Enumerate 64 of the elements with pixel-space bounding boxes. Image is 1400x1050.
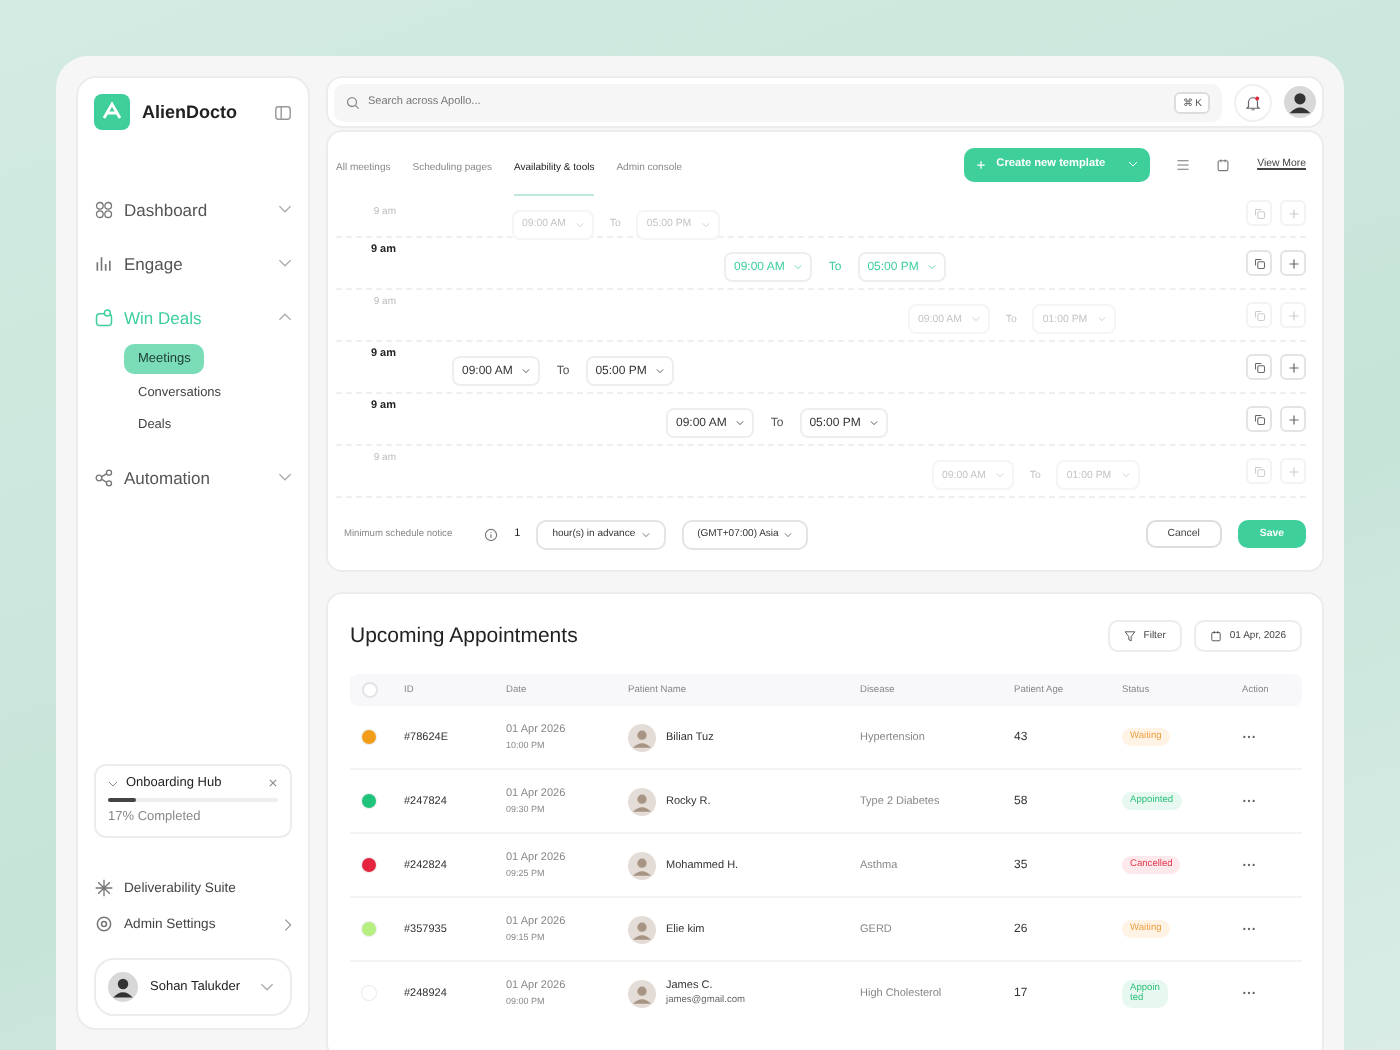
sidebar-toggle-icon[interactable] xyxy=(274,103,292,121)
copy-icon xyxy=(1253,361,1265,373)
briefcase-icon xyxy=(94,307,114,327)
plus-icon xyxy=(1287,309,1299,321)
nav-item[interactable]: Dashboard xyxy=(94,182,292,236)
list-icon[interactable] xyxy=(1175,157,1190,171)
chevron-down-icon xyxy=(260,982,274,992)
avatar xyxy=(628,723,656,751)
search-icon xyxy=(346,95,360,109)
more-icon[interactable] xyxy=(1242,926,1256,932)
chevron-down-icon xyxy=(794,264,803,271)
close-icon[interactable] xyxy=(268,778,278,788)
chevron-down-icon xyxy=(784,531,793,537)
avatar xyxy=(108,972,138,1002)
avatar xyxy=(628,787,656,815)
plus-icon xyxy=(1287,413,1299,425)
copy-button[interactable] xyxy=(1246,406,1272,432)
nav-item[interactable]: Automation xyxy=(94,450,292,504)
info-icon xyxy=(484,527,499,541)
chevron-down-icon[interactable] xyxy=(108,779,118,787)
add-button[interactable] xyxy=(1280,250,1306,276)
nav-item[interactable]: Engage xyxy=(94,236,292,290)
copy-button[interactable] xyxy=(1246,250,1272,276)
calendar-icon xyxy=(1209,630,1222,642)
chevron-down-icon xyxy=(522,368,531,375)
select-all-checkbox[interactable] xyxy=(362,682,378,698)
plus-icon xyxy=(1287,361,1299,373)
copy-icon xyxy=(1253,465,1265,477)
share-icon xyxy=(94,467,114,487)
copy-icon xyxy=(1253,309,1265,321)
copy-button[interactable] xyxy=(1246,354,1272,380)
more-icon[interactable] xyxy=(1242,990,1256,996)
avatar xyxy=(628,915,656,943)
sparkle-icon xyxy=(94,878,114,898)
calendar-icon[interactable] xyxy=(1215,157,1230,171)
section-title: Upcoming Appointments xyxy=(350,624,580,648)
chevron-down-icon xyxy=(928,264,937,271)
chevron-down-icon xyxy=(641,531,650,537)
settings-icon xyxy=(94,914,114,934)
avatar xyxy=(628,979,656,1007)
plus-icon xyxy=(1287,207,1299,219)
copy-icon xyxy=(1253,413,1265,425)
chevron-down-icon xyxy=(736,420,745,427)
bar-chart-icon xyxy=(94,253,114,273)
chevron-down-icon xyxy=(656,368,665,375)
brand-name: AlienDocto xyxy=(142,102,240,122)
filter-icon xyxy=(1123,630,1136,642)
plus-icon xyxy=(1287,257,1299,269)
chevron-down-icon xyxy=(870,420,879,427)
add-button[interactable] xyxy=(1280,354,1306,380)
copy-icon xyxy=(1253,207,1265,219)
more-icon[interactable] xyxy=(1242,862,1256,868)
chevron-down-icon xyxy=(1127,160,1138,168)
logo-icon xyxy=(94,94,130,130)
avatar xyxy=(628,851,656,879)
notification-icon[interactable] xyxy=(1244,93,1262,111)
more-icon[interactable] xyxy=(1242,734,1256,740)
avatar[interactable] xyxy=(1284,86,1316,118)
plus-icon xyxy=(1287,465,1299,477)
copy-icon xyxy=(1253,257,1265,269)
more-icon[interactable] xyxy=(1242,798,1256,804)
plus-icon xyxy=(976,159,987,169)
add-button[interactable] xyxy=(1280,406,1306,432)
grid-icon xyxy=(94,199,114,219)
